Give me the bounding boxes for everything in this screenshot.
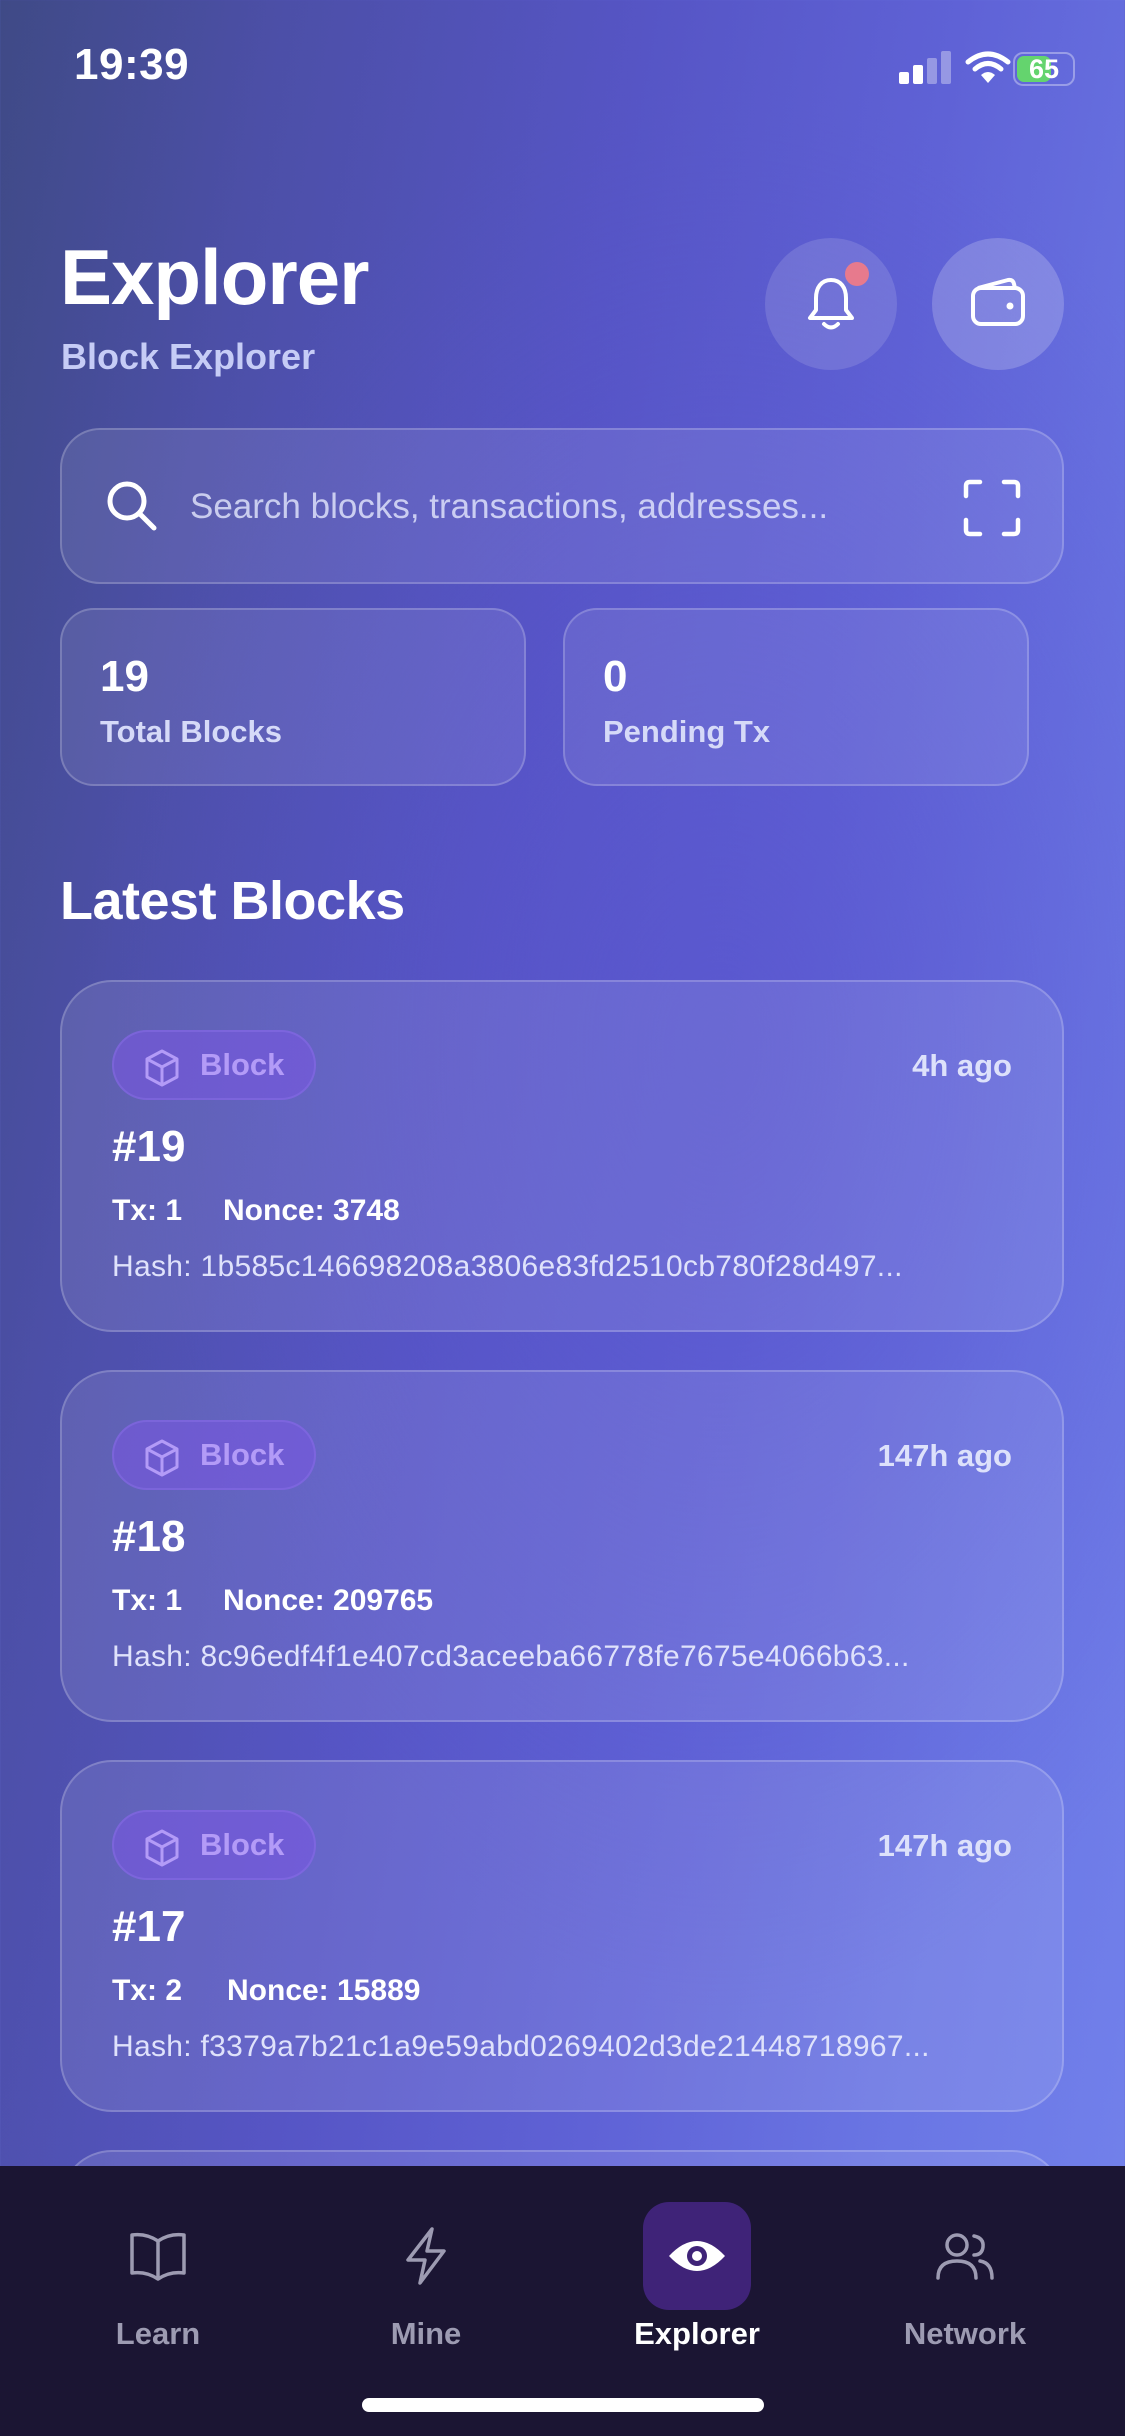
block-time: 147h ago — [877, 1438, 1012, 1473]
scan-icon[interactable] — [962, 478, 1022, 538]
notification-badge — [845, 262, 869, 286]
search-icon — [107, 481, 157, 531]
cellular-signal-icon — [899, 50, 959, 90]
block-nonce: Nonce: 15889 — [227, 1974, 421, 2007]
block-number: #19 — [112, 1122, 186, 1171]
block-number: #17 — [112, 1902, 186, 1951]
tab-explorer[interactable]: Explorer — [597, 2184, 797, 2374]
stat-value: 0 — [603, 652, 628, 701]
notifications-button[interactable] — [765, 238, 897, 370]
status-icons: 65 — [861, 50, 1081, 90]
tab-mine[interactable]: Mine — [326, 2184, 526, 2374]
status-time: 19:39 — [74, 40, 190, 89]
block-hash: Hash: f3379a7b21c1a9e59abd0269402d3de214… — [112, 2030, 930, 2063]
eye-icon — [669, 2241, 725, 2271]
block-hash: Hash: 1b585c146698208a3806e83fd2510cb780… — [112, 1250, 903, 1283]
search-input[interactable] — [188, 470, 952, 544]
battery-percent: 65 — [1028, 54, 1060, 84]
lightning-icon — [406, 2227, 446, 2285]
block-badge: Block — [112, 1030, 316, 1100]
block-number: #18 — [112, 1512, 186, 1561]
search-bar — [60, 428, 1064, 584]
wallet-icon — [971, 277, 1025, 326]
stat-label: Total Blocks — [100, 714, 283, 749]
block-badge: Block — [112, 1810, 316, 1880]
block-badge-label: Block — [200, 1437, 285, 1472]
block-nonce: Nonce: 3748 — [223, 1194, 400, 1227]
block-time: 147h ago — [877, 1828, 1012, 1863]
tab-bar: Learn Mine Explorer Network — [0, 2166, 1125, 2436]
block-tx-count: Tx: 1 — [112, 1194, 183, 1227]
book-icon — [130, 2232, 186, 2281]
cube-icon — [145, 1829, 179, 1867]
cube-icon — [145, 1049, 179, 1087]
wallet-button[interactable] — [932, 238, 1064, 370]
block-badge: Block — [112, 1420, 316, 1490]
page-subtitle: Block Explorer — [61, 336, 316, 377]
tab-label: Explorer — [634, 2316, 760, 2351]
wifi-icon — [965, 51, 1011, 83]
battery-icon: 65 — [1013, 52, 1075, 86]
page-title: Explorer — [60, 233, 369, 321]
block-tx-count: Tx: 2 — [112, 1974, 183, 2007]
block-card[interactable]: Block 147h ago #18 Tx: 1 Nonce: 209765 H… — [60, 1370, 1064, 1722]
cube-icon — [145, 1439, 179, 1477]
stat-card-total-blocks: 19 Total Blocks — [60, 608, 526, 786]
section-title: Latest Blocks — [60, 871, 405, 931]
block-nonce: Nonce: 209765 — [223, 1584, 434, 1617]
tab-label: Learn — [115, 2316, 201, 2351]
stat-card-pending-tx: 0 Pending Tx — [563, 608, 1029, 786]
tab-network[interactable]: Network — [865, 2184, 1065, 2374]
home-indicator — [362, 2398, 764, 2412]
tab-label: Mine — [390, 2316, 462, 2351]
tab-learn[interactable]: Learn — [58, 2184, 258, 2374]
block-badge-label: Block — [200, 1047, 285, 1082]
tab-label: Network — [903, 2316, 1027, 2351]
block-time: 4h ago — [912, 1048, 1012, 1083]
block-card[interactable]: Block 4h ago #19 Tx: 1 Nonce: 3748 Hash:… — [60, 980, 1064, 1332]
block-card[interactable]: Block 147h ago #17 Tx: 2 Nonce: 15889 Ha… — [60, 1760, 1064, 2112]
stat-label: Pending Tx — [603, 714, 771, 749]
block-hash: Hash: 8c96edf4f1e407cd3aceeba66778fe7675… — [112, 1640, 910, 1673]
block-tx-count: Tx: 1 — [112, 1584, 183, 1617]
users-icon — [936, 2233, 994, 2280]
stat-value: 19 — [100, 652, 149, 701]
block-badge-label: Block — [200, 1827, 285, 1862]
